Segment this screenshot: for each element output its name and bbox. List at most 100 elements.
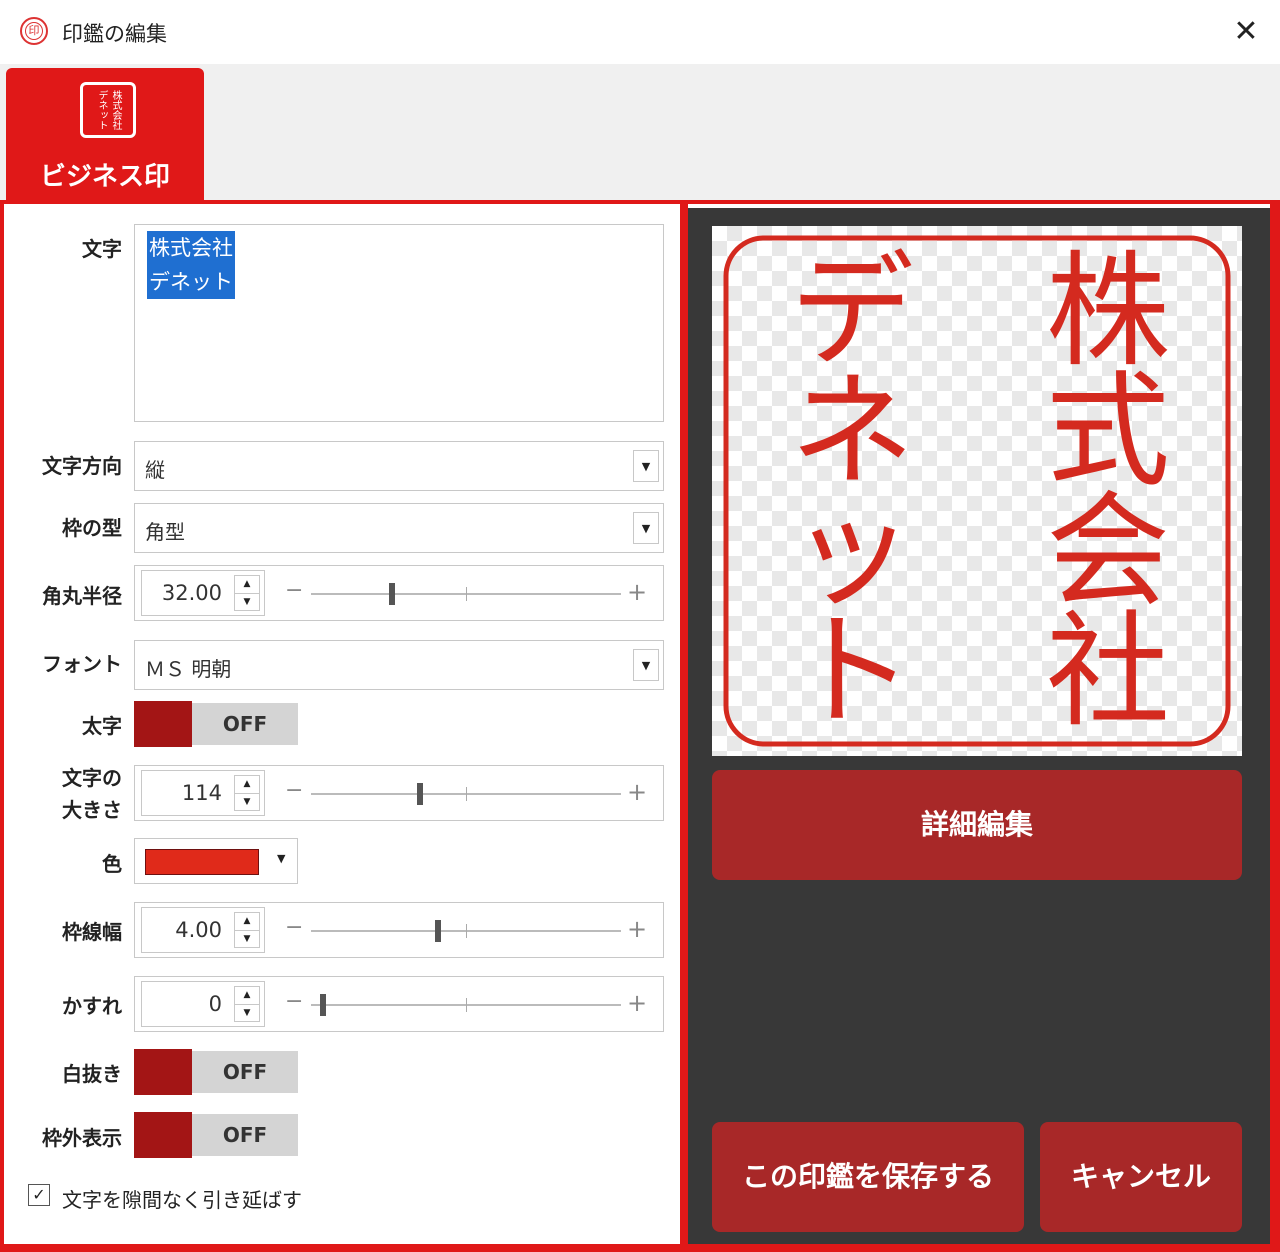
- window-title: 印鑑の編集: [62, 22, 167, 46]
- seal-preview-svg: 株式会社デネット: [723, 235, 1231, 747]
- business-seal-icon: 株式会社 デネット: [80, 82, 136, 138]
- corner-radius-slider[interactable]: [311, 583, 621, 605]
- size-value[interactable]: 114: [182, 781, 222, 805]
- text-label: 文字: [82, 237, 122, 261]
- chevron-down-icon[interactable]: ▼: [633, 512, 659, 544]
- tab-icon-line-2: デネット: [96, 90, 107, 130]
- size-slider[interactable]: [311, 783, 621, 805]
- outside-label: 枠外表示: [42, 1126, 122, 1150]
- frame-border-right: [1270, 204, 1280, 1252]
- color-label: 色: [102, 852, 122, 876]
- seal-text-input[interactable]: 株式会社 デネット: [134, 224, 664, 422]
- slider-thumb[interactable]: [435, 920, 442, 942]
- corner-radius-spin-buttons: ▲ ▼: [234, 575, 260, 611]
- frame-border-left: [0, 204, 4, 1252]
- color-picker[interactable]: ▼: [134, 838, 298, 884]
- slider-thumb[interactable]: [320, 994, 327, 1016]
- border-width-label: 枠線幅: [62, 920, 122, 944]
- border-width-spin-buttons: ▲ ▼: [234, 912, 260, 948]
- blur-control: 0 ▲ ▼ − +: [134, 976, 664, 1032]
- toggle-state-text: OFF: [192, 1051, 298, 1093]
- inverse-label: 白抜き: [62, 1062, 122, 1086]
- tab-icon-line-1: 株式会社: [110, 90, 121, 130]
- plus-icon[interactable]: +: [627, 915, 647, 943]
- spin-up-icon[interactable]: ▲: [235, 776, 259, 794]
- seal-char-left: ト: [790, 600, 914, 744]
- minus-icon[interactable]: −: [285, 989, 303, 1014]
- stretch-checkbox[interactable]: ✓: [28, 1184, 50, 1206]
- frame-type-label: 枠の型: [62, 516, 122, 540]
- slider-tick: [466, 587, 467, 601]
- border-width-spinbox[interactable]: 4.00 ▲ ▼: [141, 907, 265, 953]
- slider-tick: [466, 787, 467, 801]
- font-label: フォント: [42, 652, 122, 676]
- seal-preview: 株式会社デネット: [712, 226, 1242, 756]
- spin-up-icon[interactable]: ▲: [235, 913, 259, 931]
- inverse-toggle[interactable]: OFF: [134, 1049, 298, 1095]
- frame-type-select[interactable]: 角型 ▼: [134, 503, 664, 553]
- spin-up-icon[interactable]: ▲: [235, 987, 259, 1005]
- blur-spinbox[interactable]: 0 ▲ ▼: [141, 981, 265, 1027]
- toggle-knob: [134, 1112, 192, 1158]
- close-button[interactable]: ✕: [1228, 14, 1264, 50]
- border-width-control: 4.00 ▲ ▼ − +: [134, 902, 664, 958]
- text-line-1: 株式会社: [147, 231, 235, 265]
- corner-radius-value[interactable]: 32.00: [162, 581, 222, 605]
- border-width-value[interactable]: 4.00: [175, 918, 222, 942]
- blur-value[interactable]: 0: [209, 992, 222, 1016]
- spin-down-icon[interactable]: ▼: [235, 1005, 259, 1022]
- chevron-down-icon: ▼: [277, 852, 286, 865]
- toggle-knob: [134, 701, 192, 747]
- toggle-knob: [134, 1049, 192, 1095]
- outside-toggle[interactable]: OFF: [134, 1112, 298, 1158]
- seal-characters: 株式会社デネット: [790, 240, 1170, 744]
- title-bar: 印 印鑑の編集 ✕: [0, 0, 1280, 64]
- seal-char-right: 社: [1046, 600, 1170, 744]
- size-spinbox[interactable]: 114 ▲ ▼: [141, 770, 265, 816]
- save-seal-button[interactable]: この印鑑を保存する: [712, 1122, 1024, 1232]
- frame-border-middle: [680, 204, 688, 1252]
- spin-down-icon[interactable]: ▼: [235, 794, 259, 811]
- size-control: 114 ▲ ▼ − +: [134, 765, 664, 821]
- stretch-checkbox-label: 文字を隙間なく引き延ばす: [62, 1188, 302, 1212]
- blur-slider[interactable]: [311, 994, 621, 1016]
- spin-up-icon[interactable]: ▲: [235, 576, 259, 594]
- border-width-slider[interactable]: [311, 920, 621, 942]
- slider-thumb[interactable]: [416, 783, 423, 805]
- seal-app-icon-glyph: 印: [25, 22, 43, 40]
- slider-tick: [466, 924, 467, 938]
- slider-thumb[interactable]: [388, 583, 395, 605]
- detail-edit-button[interactable]: 詳細編集: [712, 770, 1242, 880]
- plus-icon[interactable]: +: [627, 578, 647, 606]
- tab-label: ビジネス印: [39, 162, 170, 192]
- size-label-line-1: 文字の: [62, 766, 122, 790]
- bold-toggle[interactable]: OFF: [134, 701, 298, 747]
- corner-radius-label: 角丸半径: [42, 584, 122, 608]
- toggle-state-text: OFF: [192, 1114, 298, 1156]
- spin-down-icon[interactable]: ▼: [235, 931, 259, 948]
- size-label-line-2: 大きさ: [62, 798, 122, 822]
- cancel-button[interactable]: キャンセル: [1040, 1122, 1242, 1232]
- direction-value: 縦: [145, 458, 165, 482]
- bold-label: 太字: [82, 714, 122, 738]
- blur-spin-buttons: ▲ ▼: [234, 986, 260, 1022]
- minus-icon[interactable]: −: [285, 778, 303, 803]
- direction-select[interactable]: 縦 ▼: [134, 441, 664, 491]
- font-value: ＭＳ 明朝: [145, 657, 232, 681]
- font-select[interactable]: ＭＳ 明朝 ▼: [134, 640, 664, 690]
- tab-business-seal[interactable]: 株式会社 デネット ビジネス印: [6, 68, 204, 204]
- plus-icon[interactable]: +: [627, 778, 647, 806]
- corner-radius-spinbox[interactable]: 32.00 ▲ ▼: [141, 570, 265, 616]
- chevron-down-icon[interactable]: ▼: [633, 649, 659, 681]
- spin-down-icon[interactable]: ▼: [235, 594, 259, 611]
- chevron-down-icon[interactable]: ▼: [633, 450, 659, 482]
- blur-label: かすれ: [62, 994, 122, 1018]
- corner-radius-control: 32.00 ▲ ▼ − +: [134, 565, 664, 621]
- minus-icon[interactable]: −: [285, 578, 303, 603]
- slider-tick: [466, 998, 467, 1012]
- seal-app-icon: 印: [20, 17, 48, 45]
- plus-icon[interactable]: +: [627, 989, 647, 1017]
- minus-icon[interactable]: −: [285, 915, 303, 940]
- size-spin-buttons: ▲ ▼: [234, 775, 260, 811]
- toggle-state-text: OFF: [192, 703, 298, 745]
